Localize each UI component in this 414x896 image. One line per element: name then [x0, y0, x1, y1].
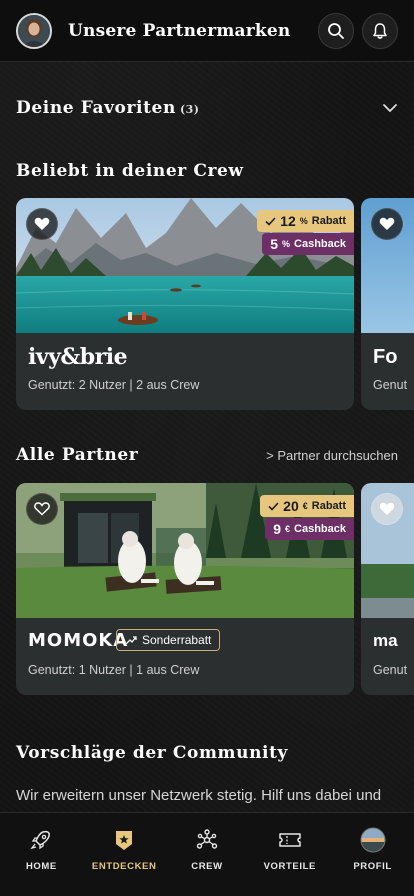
discount-label: Rabatt [311, 215, 346, 227]
cashback-label: Cashback [294, 523, 346, 535]
crew-section-header: Beliebt in deiner Crew [16, 159, 398, 183]
favorites-toggle[interactable]: Deine Favoriten (3) [16, 96, 398, 120]
nav-item-profil[interactable]: PROFIL [335, 827, 411, 896]
partners-section-title: Alle Partner [16, 445, 139, 465]
nav-label: ENTDECKEN [91, 861, 157, 872]
user-avatar[interactable] [16, 12, 52, 49]
brand-logo-ivy-brie: ivy&brie [28, 344, 128, 370]
chevron-down-icon [383, 104, 397, 112]
search-partners-link[interactable]: > Partner durchsuchen [266, 448, 398, 463]
profile-picture [360, 827, 386, 853]
nav-item-home[interactable]: HOME [3, 827, 79, 896]
cashback-unit: % [282, 239, 291, 249]
discount-badge: 12 % Rabatt [257, 210, 354, 232]
bell-icon [373, 22, 387, 39]
bottom-navigation: HOME ENTDECKEN CREW VORTEILE PROFIL [0, 812, 414, 896]
cashback-value: 9 [273, 521, 281, 537]
favorites-title: Deine Favoriten [16, 98, 176, 118]
search-icon [328, 22, 344, 39]
page-title: Unsere Partnermarken [68, 20, 291, 41]
cashback-label: Cashback [294, 238, 346, 250]
nav-label: HOME [25, 861, 57, 872]
check-icon [268, 501, 279, 511]
top-app-bar: Unsere Partnermarken [0, 0, 414, 62]
heart-filled-icon [34, 217, 50, 230]
usage-text: Genutzt: 2 Nutzer | 2 aus Crew [28, 378, 200, 392]
community-section-header: Vorschläge der Community [16, 742, 398, 764]
heart-outline-icon [34, 502, 50, 516]
search-button[interactable] [318, 12, 354, 49]
partner-card-peek[interactable]: Fo Genut [361, 198, 414, 410]
brand-logo-momoka: MOMOKA [28, 630, 129, 651]
partner-card-ivy-brie[interactable]: 12 % Rabatt 5 % Cashback ivy&brie Genutz… [16, 198, 354, 410]
heart-filled-icon [379, 217, 395, 230]
brand-logo-peek: Fo [373, 346, 398, 368]
usage-text: Genut [373, 663, 408, 677]
heart-filled-icon [379, 502, 395, 515]
nav-label: CREW [191, 861, 223, 872]
nav-item-vorteile[interactable]: VORTEILE [252, 827, 328, 896]
notifications-button[interactable] [362, 12, 398, 49]
nav-label: PROFIL [353, 861, 392, 872]
favorite-heart-button[interactable] [371, 208, 403, 240]
partner-card-peek[interactable]: ma Genut [361, 483, 414, 695]
star-badge-icon [111, 827, 137, 853]
cashback-unit: € [285, 524, 291, 534]
favorites-count: (3) [179, 103, 200, 116]
avatar-portrait [18, 14, 50, 47]
discount-unit: € [302, 501, 308, 511]
community-section-title: Vorschläge der Community [16, 743, 289, 763]
crew-section-title: Beliebt in deiner Crew [16, 161, 244, 181]
favorite-heart-button[interactable] [371, 493, 403, 525]
community-description: Wir erweitern unser Netzwerk stetig. Hil… [16, 787, 382, 804]
discount-label: Rabatt [311, 500, 346, 512]
cashback-badge: 5 % Cashback [262, 233, 354, 255]
special-discount-tag: Sonderrabatt [116, 629, 221, 651]
nav-label: VORTEILE [263, 861, 316, 872]
partners-section-header: Alle Partner > Partner durchsuchen [16, 444, 398, 466]
favorite-heart-button[interactable] [26, 208, 58, 240]
cashback-value: 5 [270, 236, 278, 252]
discount-unit: % [299, 216, 308, 226]
discount-value: 12 [280, 213, 296, 229]
discount-badge: 20 € Rabatt [260, 495, 354, 517]
network-icon [194, 827, 220, 853]
check-icon [265, 216, 276, 226]
partner-card-momoka[interactable]: 20 € Rabatt 9 € Cashback MOMOKA Sonderra… [16, 483, 354, 695]
nav-item-entdecken[interactable]: ENTDECKEN [86, 827, 162, 896]
usage-text: Genut [373, 378, 408, 392]
rocket-icon [28, 827, 54, 853]
brand-logo-peek: ma [373, 631, 398, 650]
tag-label: Sonderrabatt [142, 633, 212, 647]
ticket-icon [277, 827, 303, 853]
trend-up-icon [125, 636, 137, 645]
usage-text: Genutzt: 1 Nutzer | 1 aus Crew [28, 663, 200, 677]
discount-value: 20 [283, 498, 299, 514]
cashback-badge: 9 € Cashback [265, 518, 354, 540]
nav-item-crew[interactable]: CREW [169, 827, 245, 896]
favorite-heart-button[interactable] [26, 493, 58, 525]
